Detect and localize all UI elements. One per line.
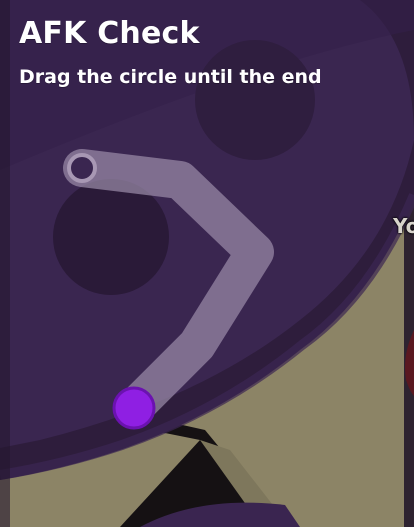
afk-check-instruction: Drag the circle until the end: [19, 66, 322, 88]
drag-path-track: [63, 149, 274, 427]
afk-check-title: AFK Check: [19, 16, 200, 51]
game-viewport: AFK Check Drag the circle until the end …: [0, 0, 414, 527]
hollow-end-circle-icon: [67, 153, 97, 183]
partial-player-name: Yo: [393, 214, 414, 238]
drag-handle-circle-icon[interactable]: [112, 386, 156, 430]
